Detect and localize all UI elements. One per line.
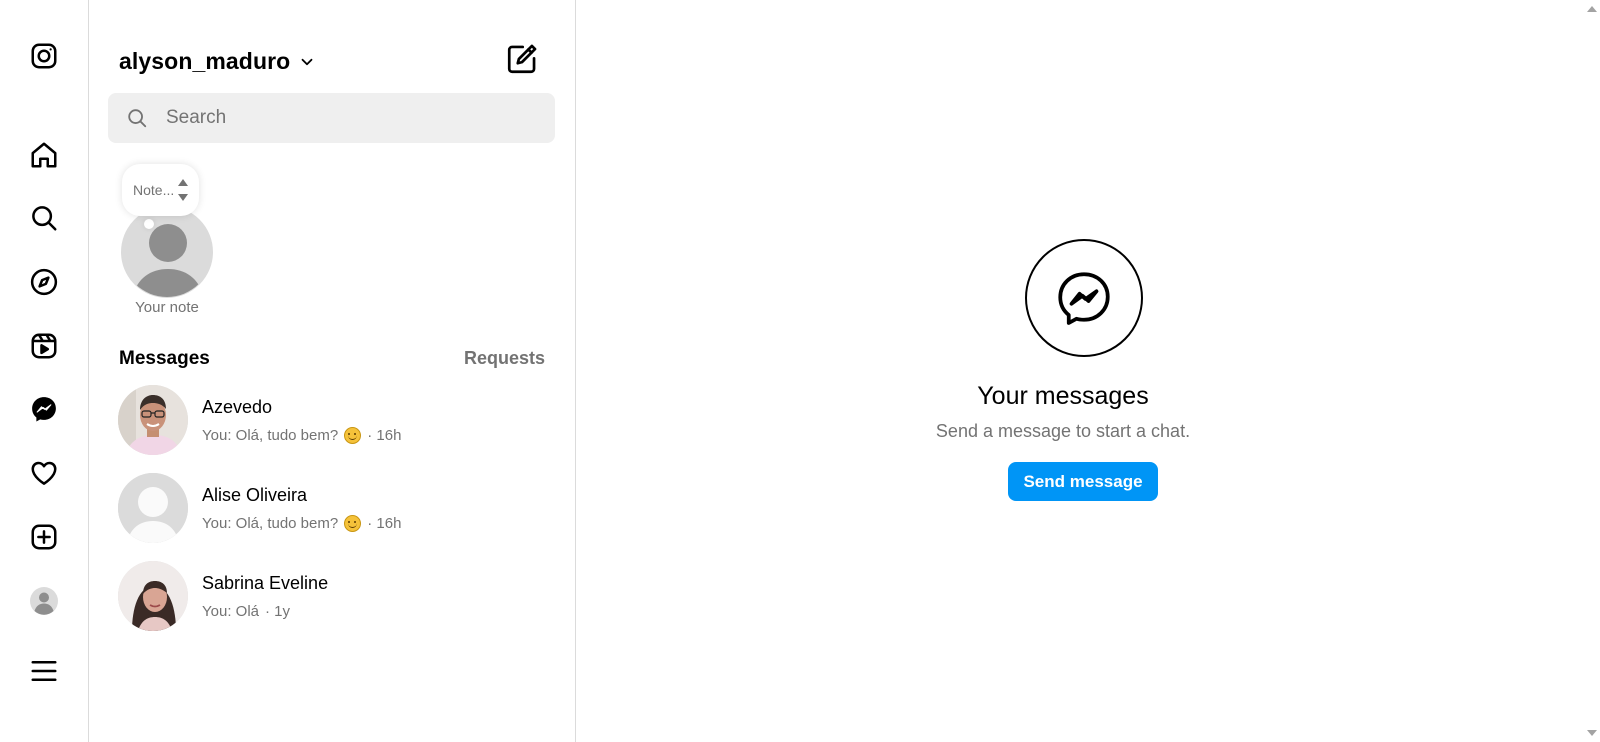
preview-time: · 1y: [265, 602, 291, 620]
search-icon[interactable]: [26, 200, 62, 236]
compose-icon: [507, 44, 537, 74]
preview-text: You: Olá: [202, 602, 259, 620]
note-bubble-tail: [144, 219, 154, 229]
home-icon[interactable]: [26, 137, 62, 173]
page-scrollbar[interactable]: [1583, 0, 1600, 742]
search-bar[interactable]: [108, 93, 555, 143]
note-avatar[interactable]: [121, 206, 213, 298]
your-note: Note... Your note: [121, 164, 213, 324]
account-switcher[interactable]: alyson_maduro: [119, 48, 316, 75]
preview-text: You: Olá, tudo bem?: [202, 514, 339, 532]
search-icon: [128, 109, 147, 128]
note-label: Your note: [135, 299, 199, 316]
left-nav-rail: [0, 0, 89, 742]
messenger-circle: [1025, 239, 1143, 357]
explore-icon[interactable]: [26, 264, 62, 300]
note-bubble[interactable]: Note...: [122, 164, 199, 216]
send-message-button[interactable]: Send message: [1008, 462, 1158, 501]
reels-icon[interactable]: [26, 328, 62, 364]
account-name: alyson_maduro: [119, 48, 291, 74]
avatar: [118, 385, 188, 455]
preview-time: · 16h: [367, 514, 402, 532]
conversation-preview: You: Olá, tudo bem? · 16h: [202, 514, 402, 532]
preview-text: You: Olá, tudo bem?: [202, 426, 339, 444]
conversation-name: Sabrina Eveline: [202, 572, 329, 593]
conversation-name: Azevedo: [202, 396, 273, 417]
messenger-outline-icon: [1058, 272, 1110, 325]
heart-icon[interactable]: [26, 455, 62, 491]
messages-heading: Messages: [119, 348, 210, 369]
new-message-button[interactable]: [505, 42, 539, 76]
profile-icon[interactable]: [26, 583, 62, 619]
smile-emoji-icon: [344, 426, 362, 444]
smile-emoji-icon: [344, 514, 362, 532]
conversation-panel: alyson_maduro Note... Your note Messages…: [89, 0, 576, 742]
instagram-logo-icon[interactable]: [26, 38, 62, 74]
messenger-icon[interactable]: [26, 391, 62, 427]
avatar: [118, 561, 188, 631]
conversation-row[interactable]: Azevedo You: Olá, tudo bem? · 16h: [118, 384, 548, 456]
conversation-preview: You: Olá, tudo bem? · 16h: [202, 426, 402, 444]
avatar: [118, 473, 188, 543]
menu-icon[interactable]: [26, 653, 62, 689]
create-icon[interactable]: [26, 519, 62, 555]
requests-link[interactable]: Requests: [464, 348, 545, 369]
conversation-preview: You: Olá · 1y: [202, 603, 328, 620]
preview-time: · 16h: [367, 426, 402, 444]
chevron-down-icon: [301, 58, 313, 65]
scroll-up-arrow-icon[interactable]: [1587, 6, 1597, 12]
note-bubble-text: Note...: [133, 182, 175, 198]
conversation-row[interactable]: Sabrina Eveline You: Olá · 1y: [118, 560, 548, 632]
conversation-row[interactable]: Alise Oliveira You: Olá, tudo bem? · 16h: [118, 472, 548, 544]
search-input[interactable]: [166, 107, 546, 129]
empty-state-title: Your messages: [977, 382, 1149, 410]
message-empty-state: Your messages Send a message to start a …: [576, 0, 1550, 742]
note-stepper-icon: [178, 179, 188, 201]
scroll-down-arrow-icon[interactable]: [1587, 730, 1597, 736]
empty-state-subtitle: Send a message to start a chat.: [935, 421, 1191, 441]
conversation-name: Alise Oliveira: [202, 484, 308, 505]
